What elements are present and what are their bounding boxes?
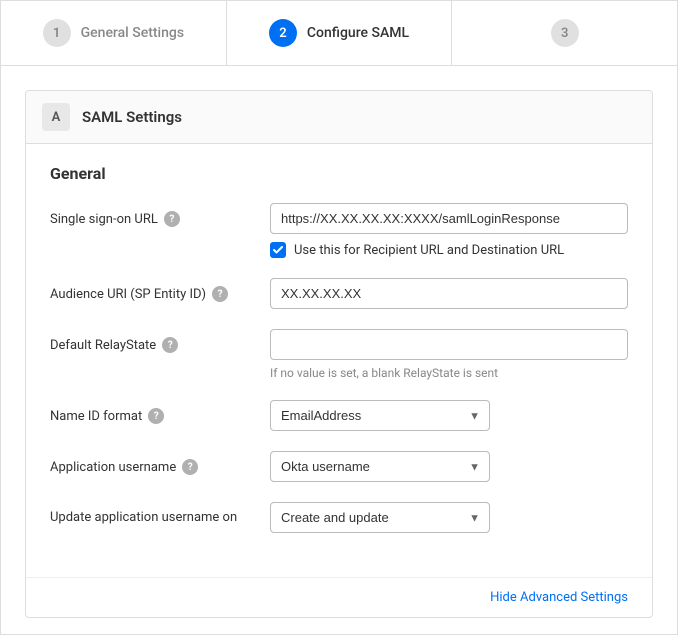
- name-id-select[interactable]: EmailAddress: [270, 400, 490, 431]
- audience-uri-input[interactable]: [270, 278, 628, 309]
- label-app-username: Application username: [50, 460, 176, 475]
- app-username-select-wrapper: Okta username ▼: [270, 451, 490, 482]
- form-label-col-relay: Default RelayState ?: [50, 329, 270, 353]
- form-control-col-sso: Use this for Recipient URL and Destinati…: [270, 203, 628, 258]
- help-icon-audience[interactable]: ?: [212, 286, 228, 302]
- form-label-col-sso: Single sign-on URL ?: [50, 203, 270, 227]
- checkbox-row-sso: Use this for Recipient URL and Destinati…: [270, 242, 628, 258]
- form-label-col-audience: Audience URI (SP Entity ID) ?: [50, 278, 270, 302]
- step-1-label: General Settings: [81, 25, 184, 41]
- step-general-settings[interactable]: 1 General Settings: [1, 1, 227, 65]
- form-label-col-updateuser: Update application username on: [50, 502, 270, 525]
- form-control-col-appuser: Okta username ▼: [270, 451, 628, 482]
- form-row-sso-url: Single sign-on URL ?: [50, 203, 628, 258]
- help-icon-sso[interactable]: ?: [164, 211, 180, 227]
- step-3[interactable]: 3: [452, 1, 677, 65]
- label-update-username: Update application username on: [50, 510, 237, 525]
- page-wrapper: 1 General Settings 2 Configure SAML 3 A …: [0, 0, 678, 635]
- section-footer: Hide Advanced Settings: [26, 577, 652, 617]
- form-control-col-updateuser: Create and update ▼: [270, 502, 628, 533]
- help-icon-appuser[interactable]: ?: [182, 459, 198, 475]
- name-id-select-wrapper: EmailAddress ▼: [270, 400, 490, 431]
- help-icon-relay[interactable]: ?: [162, 337, 178, 353]
- form-row-name-id: Name ID format ? EmailAddress ▼: [50, 400, 628, 431]
- step-1-circle: 1: [43, 19, 71, 47]
- form-control-col-audience: [270, 278, 628, 309]
- label-relay-state: Default RelayState: [50, 338, 156, 353]
- section-title: SAML Settings: [82, 108, 182, 126]
- hide-advanced-settings-link[interactable]: Hide Advanced Settings: [490, 590, 628, 605]
- section-letter: A: [42, 103, 70, 131]
- relay-state-hint: If no value is set, a blank RelayState i…: [270, 366, 628, 380]
- app-username-select[interactable]: Okta username: [270, 451, 490, 482]
- form-label-col-nameid: Name ID format ?: [50, 400, 270, 424]
- update-username-select[interactable]: Create and update: [270, 502, 490, 533]
- label-audience-uri: Audience URI (SP Entity ID): [50, 287, 206, 302]
- form-row-audience-uri: Audience URI (SP Entity ID) ?: [50, 278, 628, 309]
- form-row-update-username: Update application username on Create an…: [50, 502, 628, 533]
- sso-checkbox[interactable]: [270, 242, 286, 258]
- checkbox-label-sso: Use this for Recipient URL and Destinati…: [294, 243, 564, 258]
- group-label: General: [50, 164, 628, 183]
- saml-settings-card: A SAML Settings General Single sign-on U…: [25, 90, 653, 618]
- section-header: A SAML Settings: [26, 91, 652, 144]
- stepper: 1 General Settings 2 Configure SAML 3: [1, 1, 677, 66]
- form-row-app-username: Application username ? Okta username ▼: [50, 451, 628, 482]
- step-configure-saml[interactable]: 2 Configure SAML: [227, 1, 453, 65]
- update-username-select-wrapper: Create and update ▼: [270, 502, 490, 533]
- help-icon-nameid[interactable]: ?: [148, 408, 164, 424]
- form-control-col-nameid: EmailAddress ▼: [270, 400, 628, 431]
- main-content: A SAML Settings General Single sign-on U…: [1, 66, 677, 634]
- form-row-relay-state: Default RelayState ? If no value is set,…: [50, 329, 628, 380]
- label-name-id: Name ID format: [50, 409, 142, 424]
- sso-url-input[interactable]: [270, 203, 628, 234]
- step-2-label: Configure SAML: [307, 25, 409, 41]
- form-label-col-appuser: Application username ?: [50, 451, 270, 475]
- label-sso-url: Single sign-on URL: [50, 212, 158, 227]
- relay-state-input[interactable]: [270, 329, 628, 360]
- form-control-col-relay: If no value is set, a blank RelayState i…: [270, 329, 628, 380]
- step-2-circle: 2: [269, 19, 297, 47]
- section-body: General Single sign-on URL ?: [26, 144, 652, 573]
- step-3-circle: 3: [551, 19, 579, 47]
